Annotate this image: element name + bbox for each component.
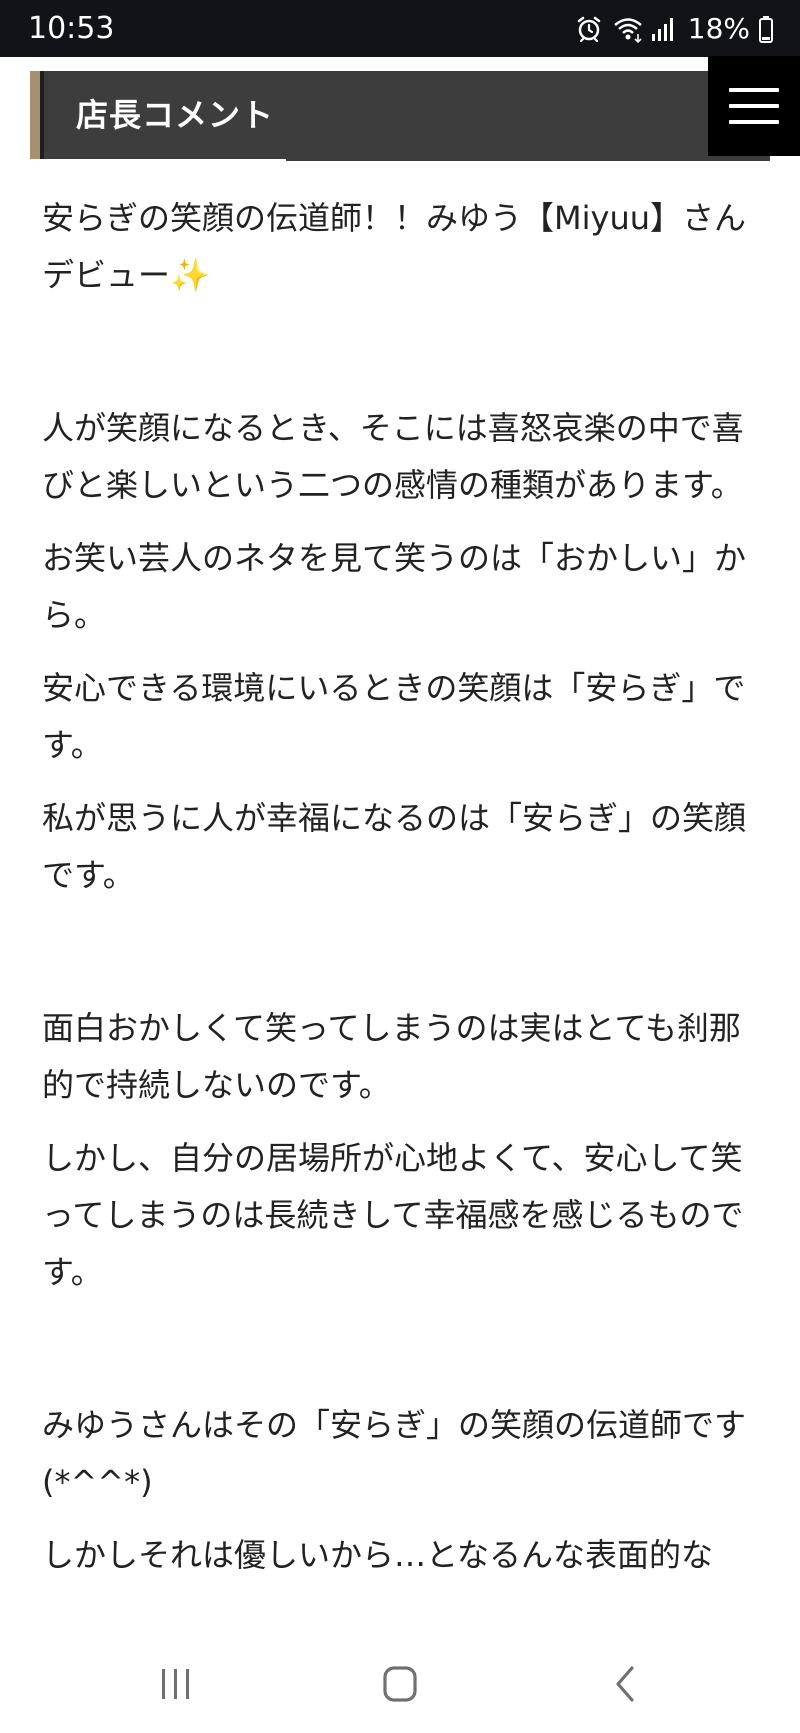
manager-comment-body: 安らぎの笑顔の伝道師！！みゆう【Miyuu】さんデビュー✨ 人が笑顔になるとき、… — [42, 190, 762, 1635]
comment-paragraph: 面白おかしくて笑ってしまうのは実はとても刹那的で持続しないのです。 — [42, 1009, 741, 1104]
screen: 10:53 18% 店長コメント 安らぎの笑顔の伝道師！！みゆう【Miyuu】さ… — [0, 0, 800, 1733]
hamburger-menu-button[interactable] — [708, 56, 800, 156]
section-header: 店長コメント — [30, 71, 770, 159]
section-title: 店長コメント — [76, 96, 275, 134]
sparkle-icon: ✨ — [170, 256, 210, 294]
comment-paragraph: 人が笑顔になるとき、そこには喜怒哀楽の中で喜びと楽しいという二つの感情の種類があ… — [42, 409, 744, 504]
comment-paragraph: しかし、自分の居場所が心地よくて、安心して笑ってしまうのは長続きして幸福感を感じ… — [42, 1139, 744, 1291]
system-nav-bar — [0, 1635, 800, 1733]
recent-apps-button[interactable] — [146, 1663, 206, 1707]
header-underline — [286, 158, 770, 161]
battery-percent: 18% — [687, 12, 750, 45]
comment-paragraph: 私が思うに人が幸福になるのは「安らぎ」の笑顔です。 — [42, 799, 747, 894]
status-time: 10:53 — [28, 11, 115, 46]
home-icon — [383, 1666, 417, 1702]
back-button[interactable] — [596, 1663, 656, 1707]
comment-paragraph: お笑い芸人のネタを見て笑うのは「おかしい」から。 — [42, 539, 747, 634]
status-bar: 10:53 18% — [0, 0, 800, 57]
battery-icon — [758, 14, 774, 44]
comment-paragraph: しかしそれは優しいから…となるんな表面的な — [42, 1536, 714, 1574]
wifi-icon — [612, 14, 642, 44]
status-icons: 18% — [574, 12, 774, 46]
comment-paragraph: 安らぎの笑顔の伝道師！！みゆう【Miyuu】さんデビュー✨ — [42, 199, 747, 294]
alarm-icon — [574, 14, 604, 44]
comment-paragraph: 安心できる環境にいるときの笑顔は「安らぎ」です。 — [42, 669, 746, 764]
comment-paragraph: みゆうさんはその「安らぎ」の笑顔の伝道師です(*^^*) — [42, 1406, 747, 1501]
signal-icon — [650, 14, 680, 44]
home-button[interactable] — [370, 1663, 430, 1707]
back-icon — [616, 1666, 634, 1702]
recent-apps-icon — [162, 1669, 189, 1699]
header-accent-bar — [30, 71, 44, 159]
